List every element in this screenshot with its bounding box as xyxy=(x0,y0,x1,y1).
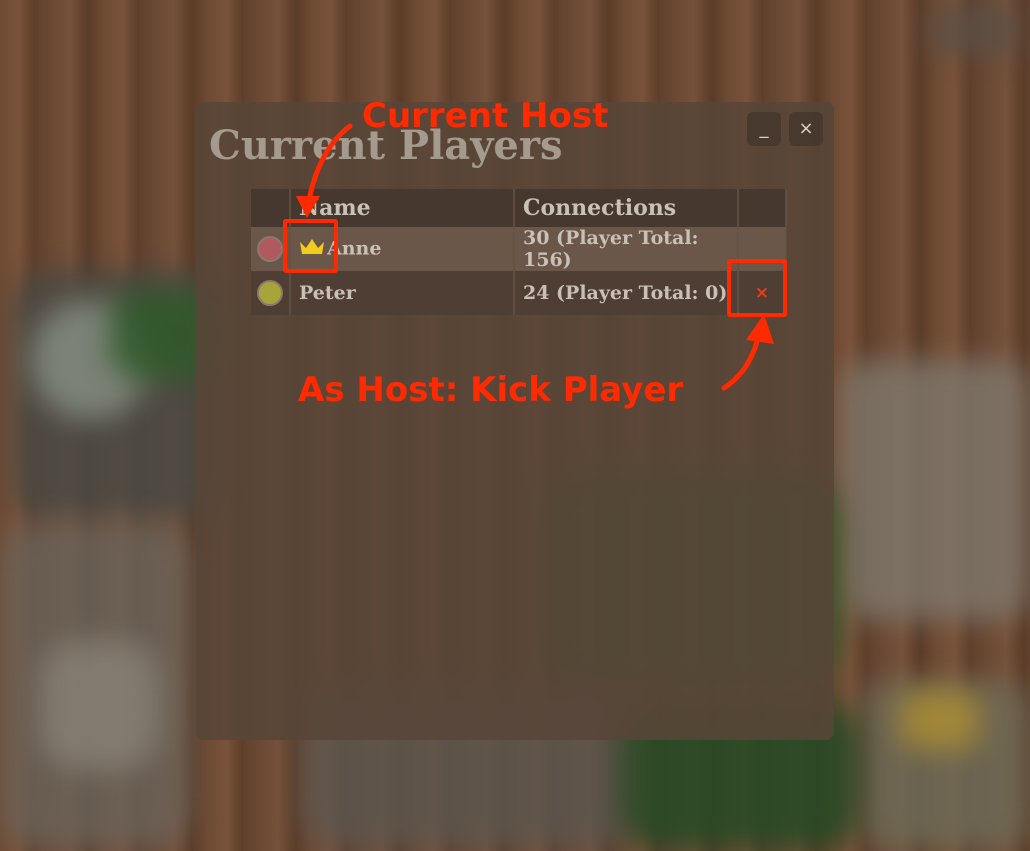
arrow-head-host xyxy=(296,196,320,218)
arrow-to-host-icon xyxy=(305,123,353,208)
annotation-arrows xyxy=(296,123,774,391)
arrow-head-kick xyxy=(746,314,774,344)
